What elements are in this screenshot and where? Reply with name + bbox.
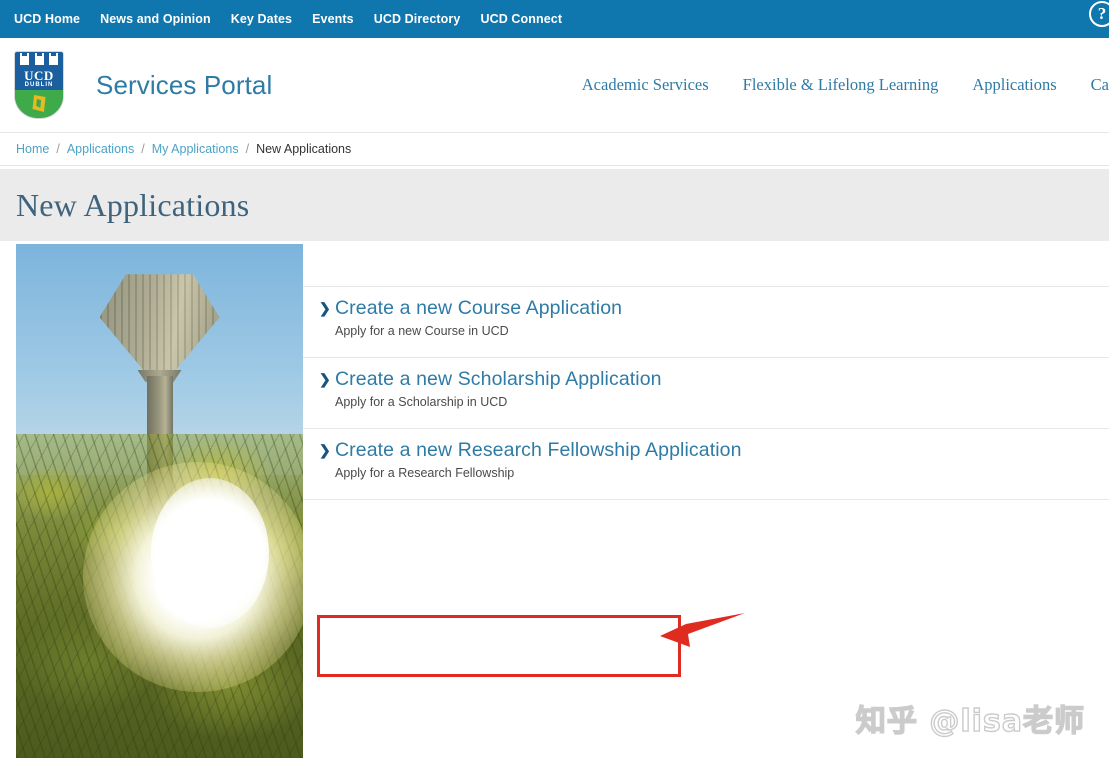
breadcrumb-item-home[interactable]: Home <box>16 142 49 156</box>
topbar-link-events[interactable]: Events <box>302 0 364 38</box>
ucd-logo[interactable]: UCD DUBLIN <box>14 51 64 119</box>
topbar-link-key-dates[interactable]: Key Dates <box>221 0 302 38</box>
page-title: New Applications <box>16 186 250 223</box>
breadcrumb-separator: / <box>56 142 60 156</box>
topbar-link-ucd-connect[interactable]: UCD Connect <box>470 0 572 38</box>
list-item-title: Create a new Course Application <box>335 297 623 319</box>
nav-item-applications[interactable]: Applications <box>955 75 1073 95</box>
list-item-title: Create a new Scholarship Application <box>335 368 662 390</box>
breadcrumb-item-applications[interactable]: Applications <box>67 142 134 156</box>
application-list: ❯ Create a new Course Application Apply … <box>303 244 1109 758</box>
topbar-link-ucd-directory[interactable]: UCD Directory <box>364 0 471 38</box>
top-utility-bar: UCD Home News and Opinion Key Dates Even… <box>0 0 1109 38</box>
main-navigation: Academic Services Flexible & Lifelong Le… <box>565 75 1109 95</box>
topbar-link-ucd-home[interactable]: UCD Home <box>14 0 90 38</box>
chevron-right-icon: ❯ <box>319 371 331 387</box>
list-item-subtitle: Apply for a Research Fellowship <box>335 466 515 480</box>
photo-foliage <box>16 434 303 758</box>
list-item-course-application[interactable]: ❯ Create a new Course Application Apply … <box>319 286 1109 357</box>
chevron-right-icon: ❯ <box>319 300 331 316</box>
nav-item-clipped[interactable]: Ca <box>1074 75 1109 95</box>
list-item-research-fellowship-application[interactable]: ❯ Create a new Research Fellowship Appli… <box>319 428 1109 499</box>
list-item-texts: Create a new Course Application Apply fo… <box>335 297 622 340</box>
breadcrumb-separator: / <box>245 142 250 156</box>
list-item-subtitle: Apply for a new Course in UCD <box>335 324 509 338</box>
top-utility-links: UCD Home News and Opinion Key Dates Even… <box>14 0 572 38</box>
list-divider <box>303 499 1109 500</box>
list-item-subtitle: Apply for a Scholarship in UCD <box>335 395 508 409</box>
nav-item-academic-services[interactable]: Academic Services <box>565 75 726 95</box>
breadcrumb-item-my-applications[interactable]: My Applications <box>152 142 239 156</box>
list-item-texts: Create a new Research Fellowship Applica… <box>335 439 742 482</box>
breadcrumb: Home / Applications / My Applications / … <box>0 133 1109 166</box>
castle-tower-icon <box>34 53 44 65</box>
logo-ucd-text: UCD <box>24 68 54 83</box>
campus-photo <box>16 244 303 758</box>
list-item-title: Create a new Research Fellowship Applica… <box>335 439 742 461</box>
breadcrumb-item-new-applications: New Applications <box>256 142 352 156</box>
logo-dublin-text: DUBLIN <box>24 82 54 88</box>
masthead: UCD DUBLIN Services Portal Academic Serv… <box>0 38 1109 133</box>
portal-title: Services Portal <box>96 69 273 100</box>
list-item-scholarship-application[interactable]: ❯ Create a new Scholarship Application A… <box>319 357 1109 428</box>
breadcrumb-separator: / <box>141 142 145 156</box>
shield-castle-towers-icon <box>15 53 63 65</box>
page-content: ❯ Create a new Course Application Apply … <box>0 244 1109 758</box>
ucd-shield-icon: UCD DUBLIN <box>14 51 64 119</box>
help-question-icon[interactable]: ? <box>1089 1 1109 27</box>
castle-tower-icon <box>20 53 30 65</box>
chevron-right-icon: ❯ <box>319 442 331 458</box>
harp-icon <box>32 95 46 112</box>
castle-tower-icon <box>48 53 58 65</box>
topbar-link-news-and-opinion[interactable]: News and Opinion <box>90 0 221 38</box>
page-title-band: New Applications <box>0 166 1109 244</box>
nav-item-flexible-lifelong-learning[interactable]: Flexible & Lifelong Learning <box>726 75 956 95</box>
list-item-texts: Create a new Scholarship Application App… <box>335 368 662 411</box>
